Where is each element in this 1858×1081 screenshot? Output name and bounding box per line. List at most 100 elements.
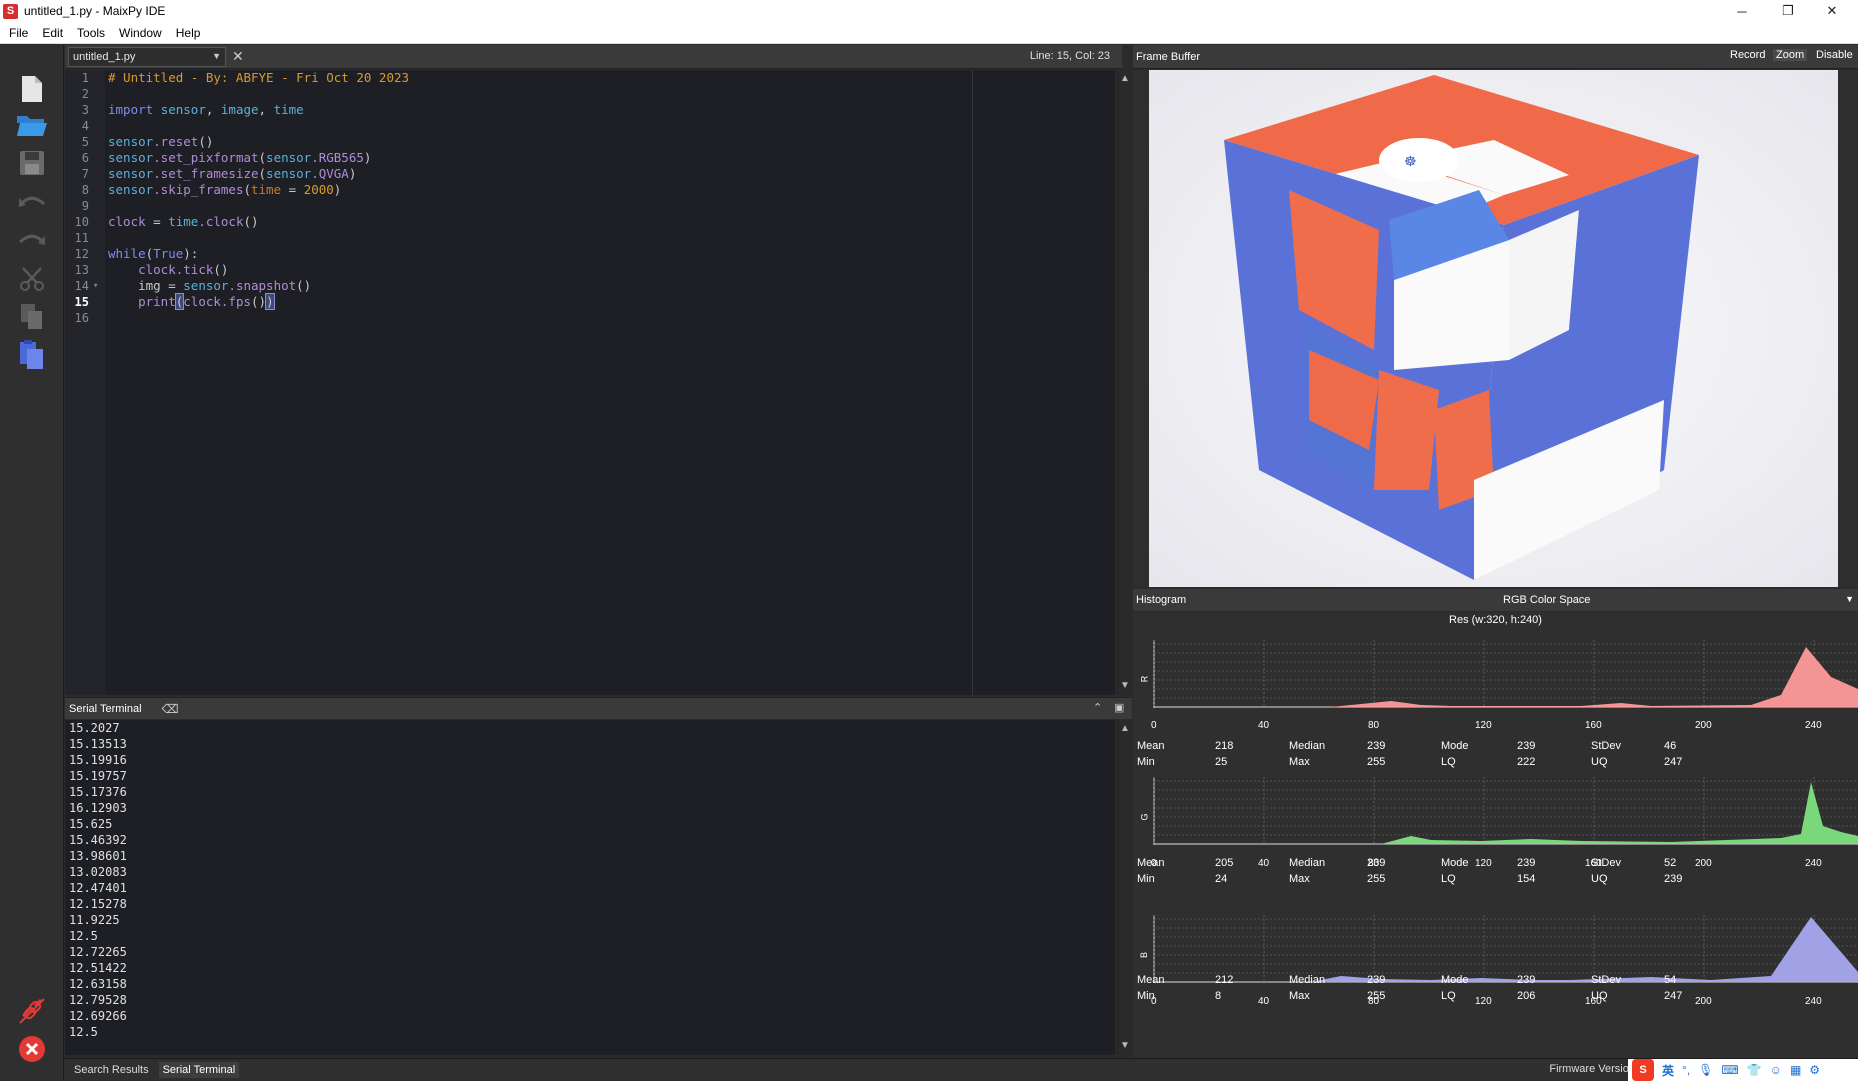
firmware-version: Firmware Version:: [1549, 1063, 1638, 1075]
copy-icon[interactable]: [14, 299, 50, 335]
maximize-panel-icon[interactable]: ▣: [1114, 701, 1124, 714]
menu-edit[interactable]: Edit: [42, 26, 63, 40]
color-space-select[interactable]: RGB Color Space: [1503, 594, 1590, 606]
stat-label-min: Min: [1137, 873, 1155, 885]
stat-value-median: 239: [1367, 974, 1386, 986]
menu-tools[interactable]: Tools: [77, 26, 105, 40]
stat-value-stdev: 52: [1664, 857, 1677, 869]
stat-label-mean: Mean: [1137, 974, 1165, 986]
stat-label-median: Median: [1289, 740, 1326, 752]
editor-scrollbar[interactable]: ▲ ▼: [1117, 70, 1132, 695]
save-icon[interactable]: [14, 145, 50, 181]
code-lines: # Untitled - By: ABFYE - Fri Oct 20 2023…: [108, 70, 1108, 326]
record-button[interactable]: Record: [1727, 49, 1768, 61]
ime-language[interactable]: 英: [1662, 1062, 1674, 1079]
collapse-up-icon[interactable]: ⌃: [1093, 701, 1102, 714]
code-line-14: img = sensor.snapshot(): [138, 278, 312, 293]
line-number: 16: [74, 311, 89, 325]
zoom-button[interactable]: Zoom: [1773, 49, 1808, 61]
stat-value-uq: 247: [1664, 990, 1683, 1002]
scroll-down-icon[interactable]: ▼: [1118, 679, 1132, 693]
terminal-line: 15.625: [69, 817, 113, 831]
file-selector[interactable]: untitled_1.py ▼: [68, 46, 226, 67]
x-axis-g: 0 40 80 120 160 200 240: [1133, 858, 1858, 870]
minimize-button[interactable]: ─: [1722, 0, 1762, 22]
toolbox-icon[interactable]: ▦: [1790, 1063, 1801, 1077]
undo-icon[interactable]: [14, 185, 50, 221]
terminal-line: 11.9225: [69, 913, 120, 927]
clear-terminal-icon[interactable]: ⌫: [162, 702, 179, 716]
stat-value-min: 25: [1215, 756, 1228, 768]
stat-value-mode: 239: [1517, 974, 1536, 986]
microphone-icon[interactable]: 🎙: [1698, 1063, 1713, 1077]
terminal-line: 15.2027: [69, 721, 120, 735]
ime-logo-icon[interactable]: S: [1632, 1059, 1654, 1081]
stat-label-mode: Mode: [1441, 974, 1469, 986]
x-axis-b: 0 40 80 120 160 200 240: [1133, 996, 1858, 1008]
redo-icon[interactable]: [14, 223, 50, 259]
menu-window[interactable]: Window: [119, 26, 162, 40]
scroll-down-icon[interactable]: ▼: [1118, 1039, 1132, 1053]
disconnect-icon[interactable]: [14, 993, 50, 1029]
terminal-scrollbar[interactable]: ▲ ▼: [1117, 720, 1132, 1055]
terminal-line: 15.19916: [69, 753, 127, 767]
scroll-up-icon[interactable]: ▲: [1118, 722, 1132, 736]
code-editor[interactable]: 1 2 3 4 5 6 7 8 9 10 11 12 13 14 15 16 ▾…: [65, 70, 1115, 695]
line-number: 13: [74, 263, 89, 277]
skin-icon[interactable]: 👕: [1747, 1063, 1762, 1077]
status-bar: Search Results Serial Terminal Firmware …: [64, 1058, 1858, 1081]
chevron-down-icon[interactable]: ▼: [1845, 594, 1854, 604]
stat-value-max: 255: [1367, 873, 1386, 885]
stat-value-max: 255: [1367, 756, 1386, 768]
paste-icon[interactable]: [14, 337, 50, 373]
stat-label-lq: LQ: [1441, 873, 1456, 885]
x-tick-label: 120: [1475, 996, 1492, 1007]
open-folder-icon[interactable]: [14, 107, 50, 143]
stat-label-stdev: StDev: [1591, 857, 1621, 869]
code-line-3: import sensor, image, time: [108, 102, 304, 117]
cut-icon[interactable]: [14, 261, 50, 297]
terminal-line: 12.79528: [69, 993, 127, 1007]
menu-file[interactable]: File: [9, 26, 28, 40]
histogram-title: Histogram: [1136, 594, 1187, 606]
punctuation-icon[interactable]: °,: [1682, 1063, 1690, 1077]
channel-label-b: B: [1139, 951, 1150, 959]
line-number: 6: [81, 151, 89, 165]
tab-search-results[interactable]: Search Results: [70, 1062, 153, 1078]
line-number: 9: [81, 199, 89, 213]
close-window-button[interactable]: ✕: [1812, 0, 1852, 22]
chevron-down-icon: ▼: [212, 50, 221, 61]
serial-terminal-output[interactable]: 15.2027 15.13513 15.19916 15.19757 15.17…: [65, 720, 1115, 1055]
tab-serial-terminal[interactable]: Serial Terminal: [158, 1061, 240, 1078]
menu-help[interactable]: Help: [176, 26, 201, 40]
code-line-8: sensor.skip_frames(time = 2000): [108, 182, 342, 197]
scroll-up-icon[interactable]: ▲: [1118, 72, 1132, 86]
system-tray: S 英 °, 🎙 ⌨ 👕 ☺ ▦ ⚙: [1628, 1059, 1858, 1081]
stat-label-stdev: StDev: [1591, 740, 1621, 752]
disable-button[interactable]: Disable: [1813, 49, 1856, 61]
close-file-icon[interactable]: ✕: [232, 48, 244, 65]
stat-label-mode: Mode: [1441, 740, 1469, 752]
x-tick-label: 40: [1258, 996, 1270, 1007]
code-line-10: clock = time.clock(): [108, 214, 259, 229]
new-file-icon[interactable]: [14, 71, 50, 107]
stat-value-mean: 205: [1215, 857, 1234, 869]
stop-icon[interactable]: [14, 1031, 50, 1067]
terminal-line: 12.63158: [69, 977, 127, 991]
stat-value-uq: 247: [1664, 756, 1683, 768]
stat-label-mode: Mode: [1441, 857, 1469, 869]
stat-value-median: 239: [1367, 740, 1386, 752]
channel-label-g: G: [1139, 813, 1150, 821]
stat-value-uq: 239: [1664, 873, 1683, 885]
terminal-line: 12.69266: [69, 1009, 127, 1023]
x-tick-label: 160: [1585, 720, 1602, 731]
fold-arrow-icon[interactable]: ▾: [93, 281, 103, 291]
emoji-icon[interactable]: ☺: [1770, 1063, 1782, 1077]
terminal-line: 13.02083: [69, 865, 127, 879]
restore-button[interactable]: ❐: [1768, 0, 1808, 22]
x-tick-label: 40: [1258, 720, 1270, 731]
keyboard-icon[interactable]: ⌨: [1721, 1063, 1738, 1077]
line-number: 12: [74, 247, 89, 261]
x-tick-label: 240: [1805, 996, 1822, 1007]
settings-icon[interactable]: ⚙: [1809, 1063, 1820, 1077]
